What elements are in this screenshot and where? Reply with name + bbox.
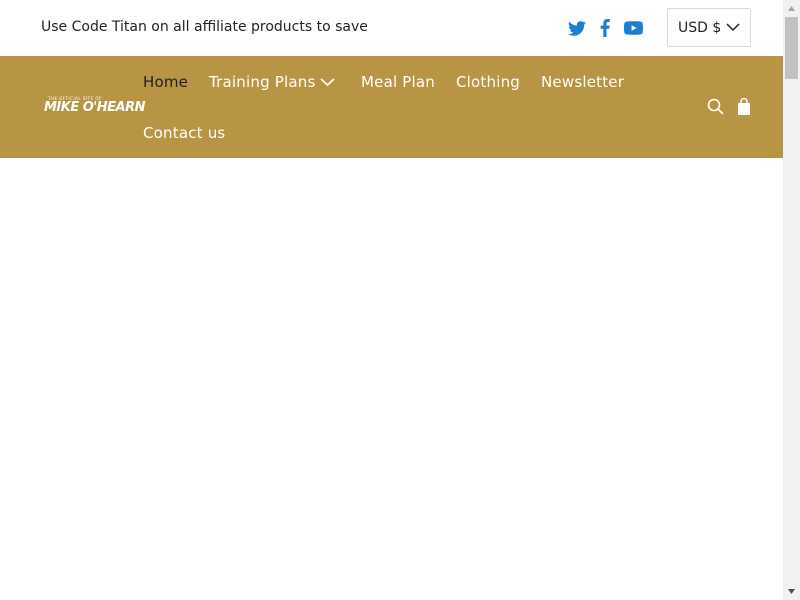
facebook-icon[interactable]: [594, 17, 616, 39]
site-logo[interactable]: THE OFFICIAL SITE OF MIKE O'HEARN: [44, 96, 146, 116]
twitter-icon[interactable]: [566, 17, 588, 39]
page: Use Code Titan on all affiliate products…: [0, 0, 783, 600]
shopping-bag-icon[interactable]: [737, 98, 751, 115]
nav-item-training-plans[interactable]: Training Plans: [209, 73, 315, 91]
youtube-icon[interactable]: [622, 17, 644, 39]
nav-item-home[interactable]: Home: [143, 73, 188, 91]
site-header: THE OFFICIAL SITE OF MIKE O'HEARN Home T…: [0, 56, 783, 158]
chevron-down-icon[interactable]: [320, 77, 335, 87]
announcement-bar: Use Code Titan on all affiliate products…: [0, 0, 783, 56]
logo-name: MIKE O'HEARN: [44, 100, 146, 115]
scroll-up-arrow-icon[interactable]: [783, 0, 800, 17]
currency-selector[interactable]: USD $: [667, 8, 751, 47]
page-scrollbar[interactable]: [783, 0, 800, 600]
nav-item-clothing[interactable]: Clothing: [456, 73, 520, 91]
currency-value: USD $: [678, 20, 722, 36]
scroll-thumb[interactable]: [785, 17, 798, 79]
scroll-down-arrow-icon[interactable]: [783, 583, 800, 600]
search-icon[interactable]: [707, 98, 724, 115]
nav-item-contact-us[interactable]: Contact us: [143, 124, 225, 142]
nav-item-meal-plan[interactable]: Meal Plan: [361, 73, 435, 91]
nav-item-newsletter[interactable]: Newsletter: [541, 73, 624, 91]
announcement-text: Use Code Titan on all affiliate products…: [41, 19, 368, 35]
chevron-down-icon: [726, 23, 740, 32]
